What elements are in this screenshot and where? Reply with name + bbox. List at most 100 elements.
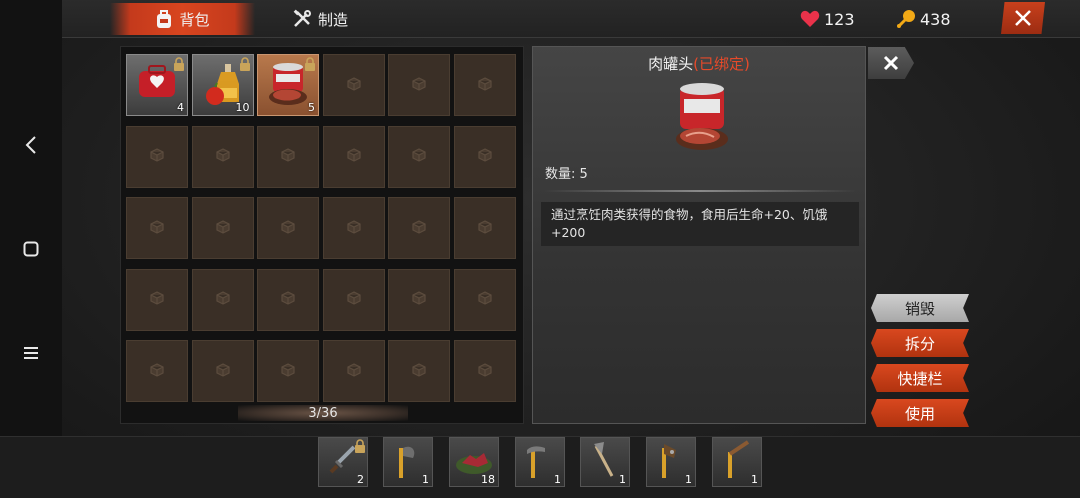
item-detail-panel: 肉罐头(已绑定) 数量: 5 通过烹饪肉类获得的食物，食用后生命+20、饥饿+2…: [532, 46, 866, 424]
system-nav-bar: [0, 0, 62, 498]
inventory-slot-medkit[interactable]: 4: [126, 54, 188, 116]
inventory-slot-empty[interactable]: [322, 125, 385, 188]
inventory-slot-empty[interactable]: [257, 197, 319, 259]
quickbar-count: 18: [481, 473, 495, 486]
inventory-slot-empty[interactable]: [126, 340, 188, 402]
coin-stat: 438: [896, 6, 951, 32]
quickbar-button[interactable]: 快捷栏: [871, 364, 969, 392]
quickbar-slot-stone-axe[interactable]: 1: [383, 437, 433, 487]
quickbar-slot-hatchet[interactable]: 1: [580, 437, 630, 487]
empty-slot-box-icon: [150, 290, 164, 309]
inventory-slot-empty[interactable]: [453, 340, 516, 402]
empty-slot-box-icon: [477, 147, 492, 166]
empty-slot-box-icon: [346, 76, 361, 95]
health-stat: 123: [800, 6, 855, 32]
inventory-slot-empty[interactable]: [191, 125, 254, 188]
inventory-slot-empty[interactable]: [453, 54, 516, 116]
inventory-slot-empty[interactable]: [257, 125, 319, 188]
home-icon[interactable]: [14, 232, 48, 266]
quickbar-count: 2: [357, 473, 364, 486]
quickbar-count: 1: [751, 473, 758, 486]
inventory-slot-empty[interactable]: [322, 268, 385, 331]
item-count: 4: [177, 101, 184, 114]
empty-slot-box-icon: [150, 362, 164, 381]
lock-icon: [304, 56, 316, 75]
item-count: 5: [308, 101, 315, 114]
item-quantity: 数量: 5: [545, 167, 588, 182]
inventory-capacity: 3/36: [238, 405, 408, 421]
backpack-icon: [155, 9, 173, 29]
quickbar-slot-raw-meat[interactable]: 18: [449, 437, 499, 487]
canned-meat-image: [670, 81, 734, 153]
close-detail-button[interactable]: [868, 47, 914, 79]
empty-slot-box-icon: [412, 290, 426, 309]
inventory-slot-empty[interactable]: [322, 340, 385, 402]
quickbar-slot-dagger[interactable]: 2: [318, 437, 368, 487]
empty-slot-box-icon: [412, 76, 426, 95]
close-icon: [883, 55, 899, 71]
health-value: 123: [824, 9, 855, 29]
quickbar-slot-stone-pickaxe[interactable]: 1: [515, 437, 565, 487]
hatchet-icon: [588, 440, 622, 484]
inventory-slot-empty[interactable]: [191, 340, 254, 402]
lock-icon: [239, 56, 251, 75]
divider: [543, 190, 857, 192]
empty-slot-box-icon: [346, 219, 361, 238]
inventory-slot-empty[interactable]: [388, 340, 450, 402]
inventory-slot-empty[interactable]: [322, 197, 385, 259]
back-icon[interactable]: [14, 128, 48, 162]
empty-slot-box-icon: [215, 362, 230, 381]
lock-icon: [173, 56, 185, 75]
stone-axe-icon: [391, 440, 425, 484]
inventory-slot-oil-bottle-with-apple[interactable]: 10: [191, 54, 254, 116]
quickbar-count: 1: [619, 473, 626, 486]
inventory-slot-empty[interactable]: [388, 54, 450, 116]
menu-icon[interactable]: [14, 336, 48, 370]
tab-crafting[interactable]: 制造: [270, 3, 370, 35]
inventory-slot-empty[interactable]: [126, 268, 188, 331]
inventory-slot-empty[interactable]: [257, 340, 319, 402]
wooden-spear-icon: [720, 440, 754, 484]
inventory-slot-empty[interactable]: [191, 268, 254, 331]
inventory-slot-canned-meat[interactable]: 5: [257, 54, 319, 116]
quickbar-count: 1: [554, 473, 561, 486]
destroy-button[interactable]: 销毁: [871, 294, 969, 322]
drumstick-icon: [897, 10, 915, 28]
empty-slot-box-icon: [281, 219, 295, 238]
heart-icon: [800, 10, 820, 27]
empty-slot-box-icon: [150, 147, 164, 166]
inventory-slot-empty[interactable]: [126, 125, 188, 188]
empty-slot-box-icon: [281, 290, 295, 309]
empty-slot-box-icon: [150, 219, 164, 238]
inventory-slot-empty[interactable]: [453, 268, 516, 331]
inventory-slot-empty[interactable]: [453, 197, 516, 259]
inventory-slot-empty[interactable]: [126, 197, 188, 259]
empty-slot-box-icon: [477, 76, 492, 95]
empty-slot-box-icon: [215, 147, 230, 166]
split-button[interactable]: 拆分: [871, 329, 969, 357]
item-title: 肉罐头(已绑定): [533, 53, 865, 74]
empty-slot-box-icon: [477, 362, 492, 381]
inventory-slot-empty[interactable]: [453, 125, 516, 188]
tab-backpack[interactable]: 背包: [110, 3, 255, 35]
spiked-club-icon: [654, 440, 688, 484]
inventory-slot-empty[interactable]: [388, 197, 450, 259]
coin-value: 438: [920, 9, 951, 29]
inventory-slot-empty[interactable]: [388, 268, 450, 331]
quickbar-slot-wooden-spear[interactable]: 1: [712, 437, 762, 487]
close-screen-button[interactable]: [1001, 2, 1045, 34]
empty-slot-box-icon: [346, 362, 361, 381]
close-icon: [1015, 10, 1031, 26]
use-button[interactable]: 使用: [871, 399, 969, 427]
empty-slot-box-icon: [215, 219, 230, 238]
inventory-slot-empty[interactable]: [257, 268, 319, 331]
empty-slot-box-icon: [281, 362, 295, 381]
stone-pickaxe-icon: [523, 440, 557, 484]
item-count: 10: [235, 101, 250, 114]
inventory-slot-empty[interactable]: [191, 197, 254, 259]
inventory-slot-empty[interactable]: [322, 54, 385, 116]
empty-slot-box-icon: [477, 219, 492, 238]
quickbar-slot-spiked-club[interactable]: 1: [646, 437, 696, 487]
lock-icon: [354, 438, 366, 457]
inventory-slot-empty[interactable]: [388, 125, 450, 188]
